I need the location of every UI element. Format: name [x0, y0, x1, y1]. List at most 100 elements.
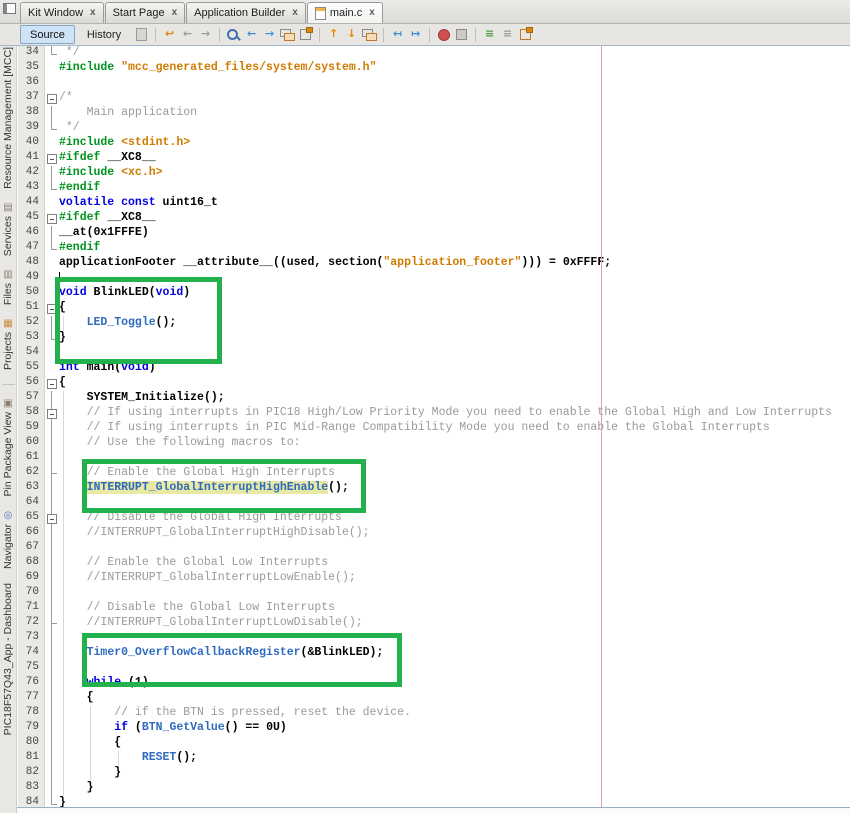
code-line[interactable]: 77 {	[18, 691, 850, 706]
code-line[interactable]: 80 {	[18, 736, 850, 751]
code-line[interactable]: 41#ifdef __XC8__	[18, 151, 850, 166]
code-line[interactable]: 55 int main(void)	[18, 361, 850, 376]
sidebar-item-resource-management-mcc-[interactable]: Resource Management [MCC]	[2, 47, 14, 189]
code-text[interactable]: // Enable the Global High Interrupts	[59, 466, 850, 481]
line-number[interactable]: 76	[18, 676, 45, 691]
code-text[interactable]: */	[59, 121, 850, 136]
code-text[interactable]: __at(0x1FFFE)	[59, 226, 850, 241]
code-line[interactable]: 81 RESET();	[18, 751, 850, 766]
line-number[interactable]: 34	[18, 46, 45, 61]
line-number[interactable]: 73	[18, 631, 45, 646]
code-line[interactable]: 75	[18, 661, 850, 676]
sidebar-item-pin-package-view[interactable]: ▣Pin Package View	[2, 399, 14, 496]
code-line[interactable]: 76 while (1)	[18, 676, 850, 691]
tab-application-builder[interactable]: Application Builderx	[186, 2, 306, 23]
code-line[interactable]: 78 // if the BTN is pressed, reset the d…	[18, 706, 850, 721]
line-number[interactable]: 74	[18, 646, 45, 661]
code-text[interactable]	[59, 271, 850, 286]
line-number[interactable]: 56	[18, 376, 45, 391]
code-text[interactable]	[59, 661, 850, 676]
line-number[interactable]: 63	[18, 481, 45, 496]
line-number[interactable]: 37	[18, 91, 45, 106]
code-line[interactable]: 37/*	[18, 91, 850, 106]
tab-close-icon[interactable]: x	[369, 8, 375, 18]
line-number[interactable]: 40	[18, 136, 45, 151]
code-text[interactable]: void BlinkLED(void)	[59, 286, 850, 301]
line-number[interactable]: 55	[18, 361, 45, 376]
code-text[interactable]: }	[59, 331, 850, 346]
code-text[interactable]: int main(void)	[59, 361, 850, 376]
toggle-highlight-search-icon[interactable]	[279, 27, 296, 43]
code-line[interactable]: 47#endif	[18, 241, 850, 256]
code-line[interactable]: 43 #endif	[18, 181, 850, 196]
line-number[interactable]: 38	[18, 106, 45, 121]
code-text[interactable]: #include "mcc_generated_files/system/sys…	[59, 61, 850, 76]
code-line[interactable]: 42#include <xc.h>	[18, 166, 850, 181]
line-number[interactable]: 65	[18, 511, 45, 526]
code-line[interactable]: 51 {	[18, 301, 850, 316]
line-number[interactable]: 79	[18, 721, 45, 736]
code-line[interactable]: 36	[18, 76, 850, 91]
line-number[interactable]: 72	[18, 616, 45, 631]
code-line[interactable]: 40#include <stdint.h>	[18, 136, 850, 151]
sidebar-item-pic18f57q43-app-dashboard[interactable]: PIC18F57Q43_App - Dashboard	[2, 583, 14, 735]
code-text[interactable]: // If using interrupts in PIC18 High/Low…	[59, 406, 850, 421]
line-number[interactable]: 46	[18, 226, 45, 241]
line-number[interactable]: 78	[18, 706, 45, 721]
code-text[interactable]: //INTERRUPT_GlobalInterruptLowDisable();	[59, 616, 850, 631]
code-line[interactable]: 49	[18, 271, 850, 286]
code-text[interactable]: // Use the following macros to:	[59, 436, 850, 451]
code-line[interactable]: 39 */	[18, 121, 850, 136]
code-text[interactable]: // Enable the Global Low Interrupts	[59, 556, 850, 571]
code-text[interactable]: }	[59, 766, 850, 781]
code-text[interactable]: Main application	[59, 106, 850, 121]
code-line[interactable]: 45 #ifdef __XC8__	[18, 211, 850, 226]
code-line[interactable]: 72 //INTERRUPT_GlobalInterruptLowDisable…	[18, 616, 850, 631]
line-number[interactable]: 60	[18, 436, 45, 451]
code-text[interactable]	[59, 631, 850, 646]
code-line[interactable]: 48applicationFooter __attribute__((used,…	[18, 256, 850, 271]
line-number[interactable]: 62	[18, 466, 45, 481]
source-view-button[interactable]: Source	[20, 25, 75, 44]
line-number[interactable]: 84	[18, 796, 45, 807]
code-text[interactable]: // Disable the Global High Interrupts	[59, 511, 850, 526]
line-number[interactable]: 42	[18, 166, 45, 181]
code-line[interactable]: 63 INTERRUPT_GlobalInterruptHighEnable()…	[18, 481, 850, 496]
code-line[interactable]: 70	[18, 586, 850, 601]
line-number[interactable]: 36	[18, 76, 45, 91]
code-text[interactable]: #endif	[59, 181, 850, 196]
sidebar-item-navigator[interactable]: ◎Navigator	[2, 511, 14, 569]
code-text[interactable]: volatile const uint16_t	[59, 196, 850, 211]
line-number[interactable]: 35	[18, 61, 45, 76]
shift-line-right-icon[interactable]: ↦	[407, 27, 424, 43]
line-number[interactable]: 51	[18, 301, 45, 316]
line-number[interactable]: 64	[18, 496, 45, 511]
sidebar-item-files[interactable]: ▥Files	[2, 270, 14, 305]
code-text[interactable]: {	[59, 301, 850, 316]
code-text[interactable]: #ifdef __XC8__	[59, 151, 850, 166]
code-text[interactable]: SYSTEM_Initialize();	[59, 391, 850, 406]
line-number[interactable]: 52	[18, 316, 45, 331]
code-fold-toggle-icon[interactable]	[45, 511, 59, 526]
line-number[interactable]: 58	[18, 406, 45, 421]
line-number[interactable]: 45	[18, 211, 45, 226]
back-icon[interactable]: ←	[179, 27, 196, 43]
code-line[interactable]: 50void BlinkLED(void)	[18, 286, 850, 301]
line-number[interactable]: 43	[18, 181, 45, 196]
code-line[interactable]: 61	[18, 451, 850, 466]
line-number[interactable]: 59	[18, 421, 45, 436]
line-number[interactable]: 54	[18, 346, 45, 361]
toggle-bookmark-icon[interactable]	[361, 27, 378, 43]
next-bookmark-icon[interactable]: ↓	[343, 27, 360, 43]
sidebar-item-services[interactable]: ▤Services	[2, 203, 14, 256]
code-line[interactable]: 56{	[18, 376, 850, 391]
find-next-icon[interactable]: →	[261, 27, 278, 43]
code-text[interactable]	[59, 496, 850, 511]
code-line[interactable]: 58 // If using interrupts in PIC18 High/…	[18, 406, 850, 421]
stop-macro-recording-icon[interactable]	[453, 27, 470, 43]
code-text[interactable]: #ifdef __XC8__	[59, 211, 850, 226]
code-line[interactable]: 68 // Enable the Global Low Interrupts	[18, 556, 850, 571]
forward-icon[interactable]: →	[197, 27, 214, 43]
line-number[interactable]: 80	[18, 736, 45, 751]
history-view-button[interactable]: History	[87, 29, 121, 41]
